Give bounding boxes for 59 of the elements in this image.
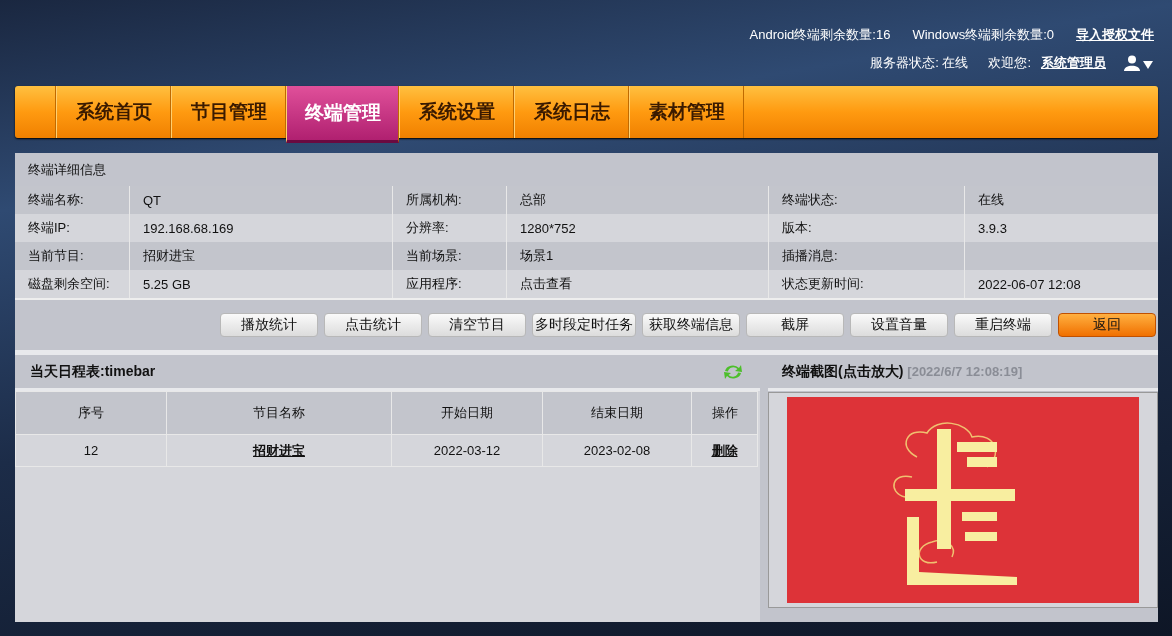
- action-button[interactable]: 多时段定时任务: [532, 313, 636, 337]
- field-value: 场景1: [520, 247, 554, 265]
- nav-tab[interactable]: 系统设置: [399, 86, 514, 138]
- action-button[interactable]: 返回: [1058, 313, 1156, 337]
- windows-count: Windows终端剩余数量:0: [912, 26, 1054, 44]
- column-header: 开始日期: [391, 391, 543, 435]
- field-value: 总部: [520, 191, 546, 209]
- nav-tab[interactable]: 素材管理: [629, 86, 744, 138]
- column-header: 节目名称: [166, 391, 392, 435]
- field-label: 分辨率:: [406, 219, 449, 237]
- field-value: 点击查看: [520, 275, 572, 293]
- android-count: Android终端剩余数量:16: [749, 26, 891, 44]
- delete-link[interactable]: 删除: [711, 442, 738, 458]
- field-value: 1280*752: [520, 220, 576, 236]
- field-value: 3.9.3: [978, 220, 1007, 236]
- field-label: 应用程序:: [406, 275, 462, 293]
- nav-tab[interactable]: 系统首页: [56, 86, 171, 138]
- field-label: 当前节目:: [28, 247, 84, 265]
- column-header: 结束日期: [542, 391, 692, 435]
- action-button[interactable]: 点击统计: [324, 313, 422, 337]
- field-label: 终端IP:: [28, 219, 70, 237]
- import-license-link[interactable]: 导入授权文件: [1076, 26, 1154, 44]
- table-cell: 2022-03-12: [391, 434, 543, 467]
- field-label: 所属机构:: [406, 191, 462, 209]
- user-link[interactable]: 系统管理员: [1041, 54, 1106, 72]
- field-value: 招财进宝: [143, 247, 195, 265]
- field-value: 192.168.68.169: [143, 220, 234, 236]
- server-status: 服务器状态: 在线: [870, 54, 969, 72]
- user-menu-icon[interactable]: [1124, 55, 1154, 71]
- screenshot-title: 终端截图(点击放大): [782, 362, 904, 381]
- action-button[interactable]: 清空节目: [428, 313, 526, 337]
- field-value: 在线: [978, 191, 1004, 209]
- nav-tab[interactable]: 终端管理: [286, 86, 399, 143]
- schedule-title: 当天日程表:timebar: [30, 362, 156, 381]
- table-cell: 12: [15, 434, 167, 467]
- action-button[interactable]: 重启终端: [954, 313, 1052, 337]
- screenshot-drawing[interactable]: [787, 397, 1139, 603]
- program-link[interactable]: 招财进宝: [253, 442, 305, 458]
- field-label: 磁盘剩余空间:: [28, 275, 110, 293]
- action-button[interactable]: 设置音量: [850, 313, 948, 337]
- column-header: 操作: [691, 391, 758, 435]
- table-cell: 2023-02-08: [542, 434, 692, 467]
- field-value: QT: [143, 192, 162, 208]
- field-label: 终端名称:: [28, 191, 84, 209]
- field-label: 状态更新时间:: [782, 275, 864, 293]
- field-label: 终端状态:: [782, 191, 838, 209]
- nav-tab[interactable]: 系统日志: [514, 86, 629, 138]
- screenshot-timestamp: [2022/6/7 12:08:19]: [907, 364, 1023, 379]
- field-value: 5.25 GB: [143, 276, 191, 292]
- details-title: 终端详细信息: [28, 160, 106, 179]
- field-label: 版本:: [782, 219, 812, 237]
- field-label: 当前场景:: [406, 247, 462, 265]
- welcome-label: 欢迎您:: [988, 54, 1031, 72]
- action-button[interactable]: 获取终端信息: [642, 313, 740, 337]
- column-header: 序号: [15, 391, 167, 435]
- field-label: 插播消息:: [782, 247, 838, 265]
- field-value: 2022-06-07 12:08: [978, 276, 1081, 292]
- action-button[interactable]: 播放统计: [220, 313, 318, 337]
- action-button[interactable]: 截屏: [746, 313, 844, 337]
